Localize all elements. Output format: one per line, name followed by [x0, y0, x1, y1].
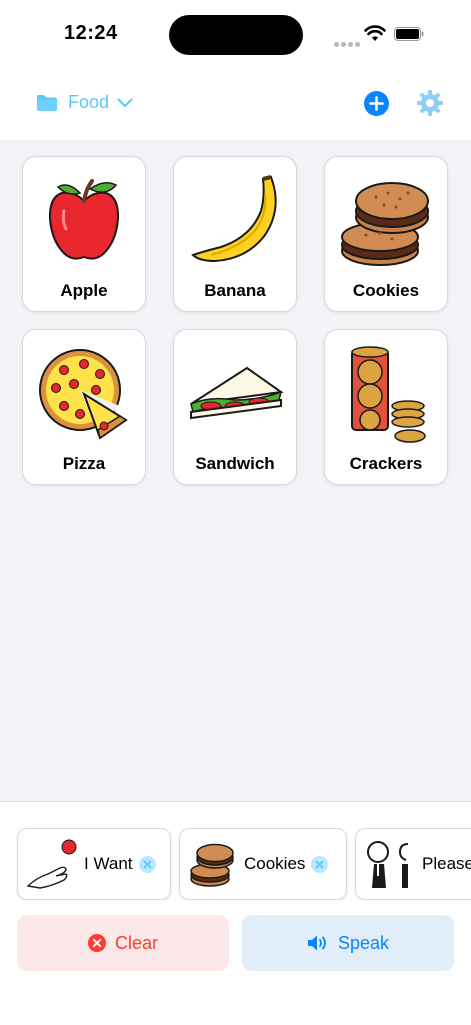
tile-apple[interactable]: Apple [22, 156, 146, 312]
sentence-strip[interactable]: I Want Cookies Please [16, 828, 471, 900]
folder-label: Food [68, 92, 110, 112]
banana-icon [191, 175, 277, 263]
please-icon [367, 841, 409, 888]
sentence-chip-cookies[interactable]: Cookies [179, 828, 347, 900]
clear-button[interactable]: Clear [17, 915, 229, 971]
tile-label: Cookies [352, 281, 420, 300]
chip-label: I Want [84, 854, 133, 873]
tile-cookies[interactable]: Cookies [324, 156, 448, 312]
sentence-panel: I Want Cookies Please Clear Speak [0, 801, 471, 1025]
sentence-chip-i-want[interactable]: I Want [17, 828, 171, 900]
battery-icon [394, 27, 424, 41]
folder-icon [37, 94, 57, 111]
speak-button[interactable]: Speak [242, 915, 454, 971]
folder-picker-button[interactable]: Food [36, 92, 133, 113]
chip-label: Please [422, 854, 471, 873]
clear-button-label: Clear [114, 932, 158, 953]
settings-gear-icon[interactable] [417, 90, 443, 116]
pizza-icon [39, 349, 128, 440]
tile-label: Pizza [62, 454, 106, 473]
speak-button-label: Speak [337, 932, 390, 953]
cookies-icon [190, 843, 234, 887]
i-want-icon [26, 839, 77, 889]
symbol-grid: Apple Banana Cookies Pizza Sandwich Crac… [22, 156, 448, 485]
wifi-icon [364, 25, 386, 41]
crackers-icon [351, 346, 426, 443]
apple-icon [48, 179, 120, 260]
add-button[interactable] [364, 91, 389, 116]
tile-label: Sandwich [195, 454, 275, 473]
chip-label: Cookies [244, 854, 306, 873]
clear-x-icon [87, 934, 106, 952]
dynamic-island [169, 15, 303, 55]
tile-label: Banana [204, 281, 266, 300]
tile-sandwich[interactable]: Sandwich [173, 329, 297, 485]
speaker-icon [307, 935, 326, 951]
tile-pizza[interactable]: Pizza [22, 329, 146, 485]
remove-chip-icon[interactable] [311, 855, 329, 873]
remove-chip-icon[interactable] [138, 855, 156, 873]
status-time: 12:24 [64, 22, 118, 44]
tile-label: Crackers [349, 454, 423, 473]
chevron-down-icon [117, 98, 133, 107]
navigation-bar: Food [0, 70, 471, 140]
sentence-chip-please[interactable]: Please [355, 828, 471, 900]
tile-label: Apple [60, 281, 108, 300]
status-bar: 12:24 [0, 0, 471, 70]
tile-crackers[interactable]: Crackers [324, 329, 448, 485]
tile-banana[interactable]: Banana [173, 156, 297, 312]
cookies-icon [341, 182, 429, 266]
sandwich-icon [190, 366, 284, 420]
cellular-signal-icon [334, 34, 362, 52]
